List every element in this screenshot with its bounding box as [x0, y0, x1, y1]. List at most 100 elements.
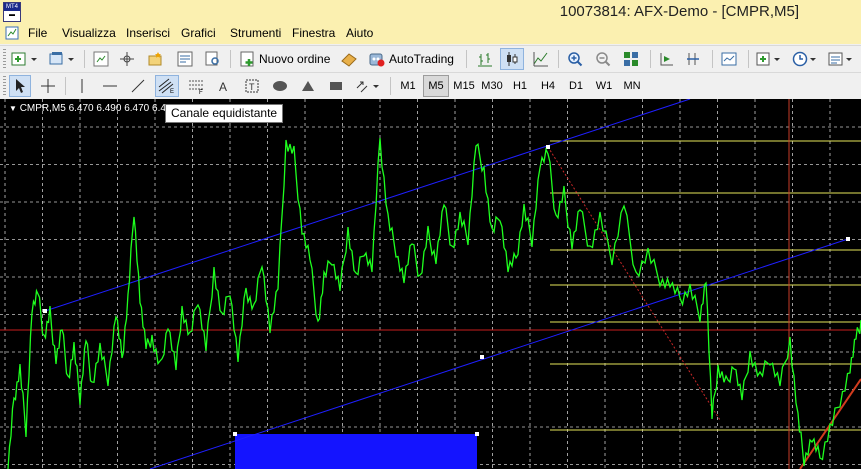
rectangle-button[interactable] [325, 75, 347, 97]
timeframe-m1-button[interactable]: M1 [395, 75, 421, 97]
new-chart-button[interactable] [9, 48, 41, 70]
symbol-quote: CMPR,M5 6.470 6.490 6.470 6.48 [19, 103, 172, 114]
horizontal-line-button[interactable] [99, 75, 121, 97]
channel-lower-line [149, 238, 849, 469]
autotrading-icon [369, 53, 385, 67]
auto-scroll-icon [660, 53, 673, 66]
channel-upper-line [44, 99, 691, 312]
arrows-button[interactable] [353, 75, 383, 97]
crosshair-nav-button[interactable] [116, 48, 138, 70]
market-watch-icon [93, 51, 109, 67]
terminal-button[interactable] [174, 48, 196, 70]
vertical-line-icon [81, 79, 83, 93]
indicators-button[interactable] [718, 48, 740, 70]
menu-window[interactable]: Finestra [292, 26, 335, 40]
add-indicator-button[interactable] [754, 48, 784, 70]
toolbar-separator [712, 50, 713, 68]
zoom-in-button[interactable] [564, 48, 586, 70]
menu-help[interactable]: Aiuto [346, 26, 373, 40]
fibonacci-button[interactable]: F [185, 75, 207, 97]
timeframe-w1-button[interactable]: W1 [591, 75, 617, 97]
auto-scroll-button[interactable] [656, 48, 678, 70]
market-watch-button[interactable] [90, 48, 112, 70]
chart-window-icon[interactable] [5, 26, 19, 40]
anchor-point [546, 145, 550, 149]
ellipse-button[interactable] [269, 75, 291, 97]
timeframe-d1-button[interactable]: D1 [563, 75, 589, 97]
cursor-tool-button[interactable] [9, 75, 31, 97]
tile-windows-icon [624, 52, 638, 66]
menu-view[interactable]: Visualizza [62, 26, 116, 40]
price-series-line [7, 137, 861, 469]
timeframe-m30-button[interactable]: M30 [479, 75, 505, 97]
metaeditor-button[interactable] [338, 48, 360, 70]
menu-charts[interactable]: Grafici [181, 26, 216, 40]
menu-file[interactable]: File [28, 26, 47, 40]
svg-text:E: E [170, 89, 174, 94]
timeframe-m15-button[interactable]: M15 [451, 75, 477, 97]
arrows-icon [356, 81, 379, 93]
tooltip: Canale equidistante [165, 104, 284, 123]
cursor-arrow-icon [16, 79, 25, 93]
svg-text:A: A [219, 80, 227, 94]
tile-windows-button[interactable] [620, 48, 642, 70]
autotrading-button[interactable]: AutoTrading [364, 48, 458, 70]
app-icon[interactable]: MT4 ▬ [3, 2, 21, 22]
svg-text:T: T [249, 82, 255, 92]
strategy-tester-button[interactable] [202, 48, 224, 70]
toolbar-separator [748, 50, 749, 68]
toolbar-grip[interactable] [3, 49, 6, 69]
candlestick-icon [507, 52, 518, 66]
trendline-button[interactable] [127, 75, 149, 97]
zoom-in-icon [568, 52, 583, 67]
new-chart-icon [11, 52, 37, 66]
navigator-button[interactable] [144, 48, 166, 70]
menu-tools[interactable]: Strumenti [230, 26, 281, 40]
periods-button[interactable] [790, 48, 820, 70]
text-label-button[interactable]: T [241, 75, 263, 97]
candlestick-chart-button[interactable] [500, 48, 524, 70]
line-chart-icon [533, 52, 548, 67]
autotrading-label: AutoTrading [389, 52, 454, 66]
triangle-button[interactable] [297, 75, 319, 97]
new-order-label: Nuovo ordine [259, 52, 331, 66]
add-indicator-icon [756, 52, 780, 66]
fibonacci-icon: F [189, 80, 203, 94]
equidistant-channel-button[interactable]: E [155, 75, 179, 97]
menu-insert[interactable]: Inserisci [126, 26, 170, 40]
chart-shift-button[interactable] [682, 48, 704, 70]
zoom-out-button[interactable] [592, 48, 614, 70]
rectangle-icon [330, 82, 342, 90]
chart-area[interactable]: ▼ CMPR,M5 6.470 6.490 6.470 6.48 [0, 99, 861, 469]
title-bar: MT4 ▬ 10073814: AFX-Demo - [CMPR,M5] [0, 0, 861, 24]
anchor-point [480, 355, 484, 359]
text-label-icon: T [245, 79, 259, 93]
trendline-icon [131, 79, 145, 93]
templates-button[interactable] [826, 48, 856, 70]
timeframe-mn-button[interactable]: MN [619, 75, 645, 97]
timeframe-m5-button[interactable]: M5 [423, 75, 449, 97]
anchor-point [43, 309, 47, 313]
toolbar-separator [558, 50, 559, 68]
equidistant-channel-icon: E [158, 78, 174, 94]
toolbar-separator [84, 50, 85, 68]
crosshair-icon [41, 79, 55, 93]
timeframe-h1-button[interactable]: H1 [507, 75, 533, 97]
menu-bar: File Visualizza Inserisci Grafici Strume… [0, 24, 861, 44]
new-order-button[interactable]: Nuovo ordine [236, 48, 336, 70]
svg-text:F: F [199, 90, 203, 94]
timeframe-h4-button[interactable]: H4 [535, 75, 561, 97]
toolbar-grip[interactable] [3, 76, 6, 96]
collapse-arrow-icon[interactable]: ▼ [9, 104, 17, 113]
price-chart[interactable] [0, 99, 861, 469]
bar-chart-icon [478, 53, 492, 67]
bar-chart-button[interactable] [474, 48, 496, 70]
chart-shift-icon [687, 53, 699, 65]
anchor-point [233, 432, 237, 436]
text-tool-button[interactable]: A [213, 75, 235, 97]
line-chart-button[interactable] [530, 48, 552, 70]
toolbar-separator [390, 77, 391, 95]
crosshair-tool-button[interactable] [37, 75, 59, 97]
profiles-button[interactable] [46, 48, 78, 70]
vertical-line-button[interactable] [71, 75, 93, 97]
